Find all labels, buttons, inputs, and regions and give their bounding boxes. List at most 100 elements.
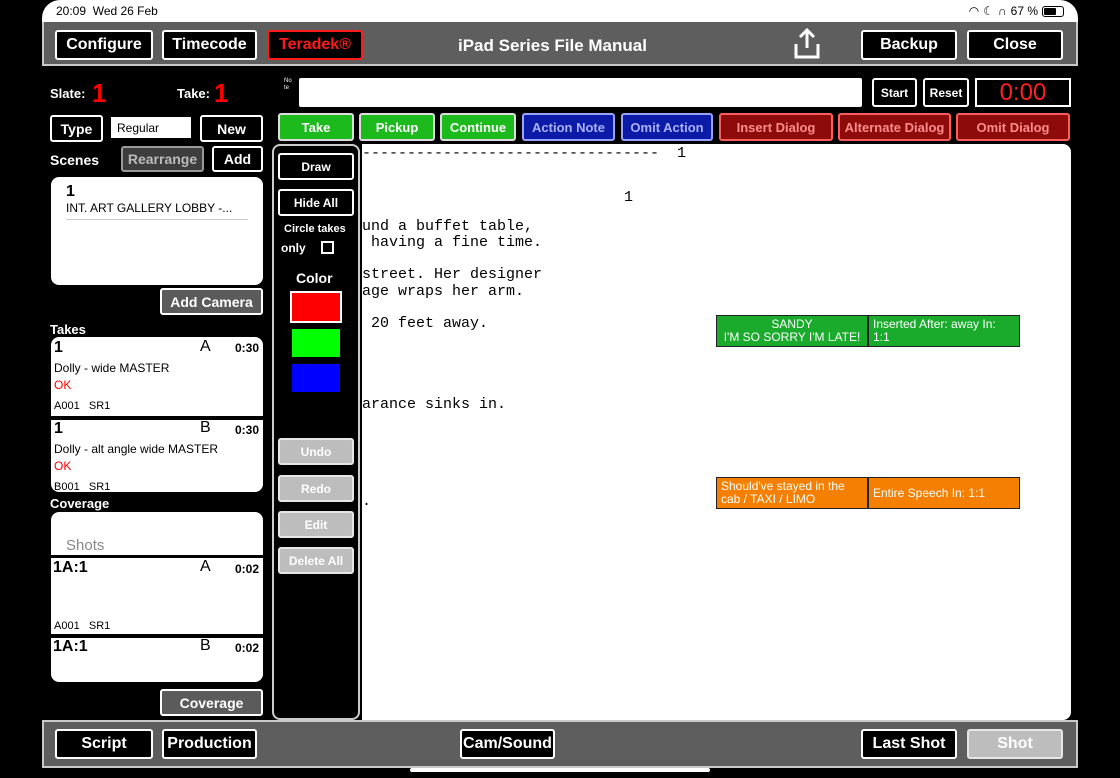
take-duration: 0:30 [235, 423, 260, 437]
scenes-label: Scenes [50, 152, 100, 168]
shot-meta: A001 SR1 [54, 620, 111, 632]
timer-display: 0:00 [975, 78, 1071, 107]
script-line: und a buffet table, [362, 218, 534, 235]
take-camera: A [200, 338, 211, 355]
take-duration: 0:30 [235, 341, 260, 355]
scene-heading: INT. ART GALLERY LOBBY -... [66, 201, 248, 220]
start-button[interactable]: Start [872, 78, 917, 107]
blue-color-swatch[interactable] [290, 362, 342, 394]
draw-button[interactable]: Draw [278, 153, 354, 180]
red-color-swatch[interactable] [290, 291, 342, 323]
add-scene-button[interactable]: Add [212, 146, 263, 172]
home-indicator [410, 768, 710, 772]
last-shot-button[interactable]: Last Shot [861, 729, 957, 759]
slate-label: Slate: [50, 86, 86, 101]
alternate-dialog-note-detail[interactable]: Entire Speech In: 1:1 [868, 477, 1020, 509]
configure-button[interactable]: Configure [55, 30, 153, 60]
table-row[interactable]: 1 B 0:30 Dolly - alt angle wide MASTER O… [51, 419, 263, 492]
backup-button[interactable]: Backup [861, 30, 957, 60]
omit-action-button[interactable]: Omit Action [621, 113, 713, 141]
script-line: street. Her designer [362, 266, 543, 283]
coverage-button[interactable]: Coverage [160, 689, 263, 716]
shot-duration: 0:02 [235, 641, 260, 655]
continue-button[interactable]: Continue [440, 113, 516, 141]
note-input[interactable] [299, 78, 862, 107]
insert-dialog-note-detail[interactable]: Inserted After: away In: 1:1 [868, 315, 1020, 347]
script-page[interactable]: --------------------------------- 1 1 un… [362, 144, 1071, 720]
script-line: 1 [624, 189, 634, 206]
takes-label: Takes [50, 322, 86, 337]
take-number: 1 [54, 420, 63, 437]
table-row[interactable]: 1 A 0:30 Dolly - wide MASTER OK A001 SR1 [51, 337, 263, 417]
circle-takes-label: Circle takes [284, 223, 346, 235]
take-number: 1 [54, 339, 63, 356]
take-status: OK [54, 459, 72, 473]
take-label: Take: [177, 86, 210, 101]
undo-button[interactable]: Undo [278, 438, 354, 465]
delete-all-button[interactable]: Delete All [278, 547, 354, 574]
redo-button[interactable]: Redo [278, 475, 354, 502]
rearrange-button[interactable]: Rearrange [121, 146, 204, 172]
production-tab-button[interactable]: Production [162, 729, 257, 759]
alternate-dialog-button[interactable]: Alternate Dialog [838, 113, 951, 141]
reset-button[interactable]: Reset [923, 78, 969, 107]
take-value[interactable]: 1 [214, 78, 228, 109]
take-status: OK [54, 378, 72, 392]
take-description: Dolly - alt angle wide MASTER [54, 442, 219, 456]
close-button[interactable]: Close [967, 30, 1063, 60]
action-note-button[interactable]: Action Note [522, 113, 615, 141]
table-row[interactable]: 1A:1 B 0:02 [51, 637, 263, 682]
coverage-label: Coverage [50, 496, 110, 511]
page-title: iPad Series File Manual [458, 36, 647, 55]
shot-number: 1A:1 [53, 559, 88, 576]
shots-placeholder: Shots [66, 537, 105, 554]
script-line: . [362, 493, 372, 510]
add-camera-button[interactable]: Add Camera [160, 288, 263, 315]
timecode-button[interactable]: Timecode [162, 30, 257, 60]
take-meta: A001 SR1 [54, 400, 111, 412]
scene-number: 1 [66, 183, 75, 200]
script-line: arance sinks in. [362, 396, 507, 413]
script-line: 20 feet away. [362, 315, 489, 332]
teradek-button[interactable]: Teradek® [267, 30, 363, 60]
script-tab-button[interactable]: Script [55, 729, 153, 759]
status-time: 20:09 Wed 26 Feb [56, 4, 158, 18]
battery-text: 67 % [1010, 4, 1038, 18]
table-row[interactable]: 1A:1 A 0:02 A001 SR1 [51, 558, 263, 634]
only-label: only [281, 241, 306, 255]
shot-duration: 0:02 [235, 562, 260, 576]
note-side-label: Note [284, 78, 292, 91]
new-button[interactable]: New [200, 115, 263, 142]
green-color-swatch[interactable] [290, 327, 342, 359]
take-action-button[interactable]: Take [278, 113, 354, 141]
share-icon[interactable] [792, 27, 822, 60]
take-meta: B001 SR1 [54, 481, 111, 492]
type-value-field[interactable]: Regular [111, 117, 191, 138]
list-item[interactable]: 1 INT. ART GALLERY LOBBY -... [51, 177, 263, 220]
insert-dialog-button[interactable]: Insert Dialog [719, 113, 833, 141]
script-line: age wraps her arm. [362, 283, 525, 300]
alternate-dialog-note[interactable]: Should've stayed in the cab / TAXI / LIM… [716, 477, 868, 509]
hide-all-button[interactable]: Hide All [278, 189, 354, 216]
color-label: Color [296, 270, 333, 286]
script-line: --------------------------------- 1 [362, 145, 687, 162]
shot-camera: B [200, 637, 211, 654]
edit-button[interactable]: Edit [278, 511, 354, 538]
battery-icon [1042, 5, 1064, 17]
pickup-button[interactable]: Pickup [359, 113, 435, 141]
takes-list: 1 A 0:30 Dolly - wide MASTER OK A001 SR1… [51, 337, 263, 492]
scenes-list: 1 INT. ART GALLERY LOBBY -... [51, 177, 263, 285]
script-line: having a fine time. [362, 234, 543, 251]
cam-sound-tab-button[interactable]: Cam/Sound [460, 729, 555, 759]
insert-dialog-note[interactable]: SANDY I'M SO SORRY I'M LATE! [716, 315, 868, 347]
circle-takes-checkbox[interactable] [321, 241, 334, 254]
type-button[interactable]: Type [50, 115, 103, 142]
take-camera: B [200, 419, 211, 436]
shot-button[interactable]: Shot [967, 729, 1063, 759]
shot-camera: A [200, 558, 211, 575]
take-description: Dolly - wide MASTER [54, 361, 170, 375]
slate-value[interactable]: 1 [92, 78, 106, 109]
coverage-list: Shots 1A:1 A 0:02 A001 SR1 1A:1 B 0:02 [51, 512, 263, 682]
shot-number: 1A:1 [53, 638, 88, 655]
omit-dialog-button[interactable]: Omit Dialog [956, 113, 1070, 141]
